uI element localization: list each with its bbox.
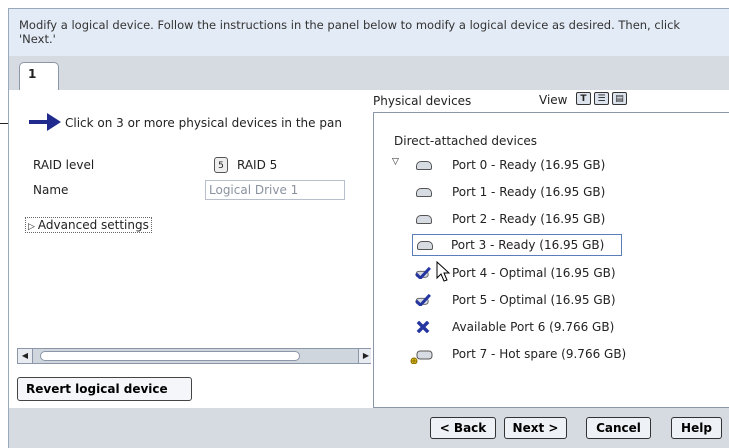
help-button[interactable]: Help xyxy=(671,417,722,439)
footer-bar: < Back Next > Cancel Help xyxy=(8,408,729,448)
device-label: Port 4 - Optimal (16.95 GB) xyxy=(452,266,616,280)
expand-triangle-icon: ▷ xyxy=(28,222,35,232)
raid-level-value: RAID 5 xyxy=(237,158,278,172)
revert-logical-device-button[interactable]: Revert logical device xyxy=(17,377,192,401)
mouse-cursor-icon xyxy=(436,261,451,282)
raid-5-icon: 5 xyxy=(214,157,228,173)
view-label: View xyxy=(539,93,568,107)
view-list-icon[interactable]: ☰ xyxy=(594,92,609,105)
next-button[interactable]: Next > xyxy=(504,417,567,439)
back-button[interactable]: < Back xyxy=(430,417,496,439)
scroll-left-icon[interactable]: ◀ xyxy=(18,349,33,363)
horizontal-scrollbar[interactable]: ◀ ▶ xyxy=(17,348,374,364)
name-field[interactable] xyxy=(205,180,345,200)
name-label: Name xyxy=(33,183,69,197)
revert-label: Revert logical device xyxy=(26,382,168,396)
advanced-settings-toggle[interactable]: ▷ Advanced settings xyxy=(25,217,152,233)
arrow-right-icon xyxy=(29,113,61,131)
x-icon xyxy=(416,321,430,333)
instructions-text: Modify a logical device. Follow the inst… xyxy=(19,18,681,46)
raid-level-label: RAID level xyxy=(33,158,95,172)
check-disk-icon xyxy=(415,267,431,279)
advanced-settings-label: Advanced settings xyxy=(37,218,149,232)
device-label: Port 0 - Ready (16.95 GB) xyxy=(452,158,606,172)
device-port-3[interactable]: Port 3 - Ready (16.95 GB) xyxy=(412,234,622,256)
view-detail-icon[interactable]: ▤ xyxy=(612,92,627,105)
physical-devices-panel: Physical devices View T ☰ ▤ Direct-attac… xyxy=(371,90,729,408)
device-label: Port 5 - Optimal (16.95 GB) xyxy=(452,293,616,307)
tab-1-label: 1 xyxy=(28,67,37,81)
instructions-header: Modify a logical device. Follow the inst… xyxy=(8,8,729,56)
device-label: Available Port 6 (9.766 GB) xyxy=(452,320,615,334)
instruction-text: Click on 3 or more physical devices in t… xyxy=(65,116,342,130)
disk-icon xyxy=(414,213,432,225)
disk-icon xyxy=(414,186,432,198)
device-label: Port 3 - Ready (16.95 GB) xyxy=(451,238,605,252)
device-label: Port 1 - Ready (16.95 GB) xyxy=(452,185,606,199)
disk-icon xyxy=(415,239,433,251)
tree-root-label: Direct-attached devices xyxy=(394,134,538,148)
device-tree: Direct-attached devices ▽ Port 0 - Ready… xyxy=(373,112,729,408)
disk-icon xyxy=(414,159,432,171)
cancel-button[interactable]: Cancel xyxy=(586,417,651,439)
hotspare-disk-icon xyxy=(410,350,433,364)
collapse-triangle-icon[interactable]: ▽ xyxy=(392,157,399,167)
device-label: Port 2 - Ready (16.95 GB) xyxy=(452,212,606,226)
logical-device-panel: Click on 3 or more physical devices in t… xyxy=(8,90,374,408)
view-text-icon[interactable]: T xyxy=(576,92,591,105)
check-disk-icon xyxy=(415,294,431,306)
device-label: Port 7 - Hot spare (9.766 GB) xyxy=(452,347,627,361)
tab-strip: 1 xyxy=(8,56,729,90)
tab-1[interactable]: 1 xyxy=(19,62,59,90)
physical-devices-title: Physical devices xyxy=(373,94,472,108)
scroll-thumb[interactable] xyxy=(40,351,300,361)
